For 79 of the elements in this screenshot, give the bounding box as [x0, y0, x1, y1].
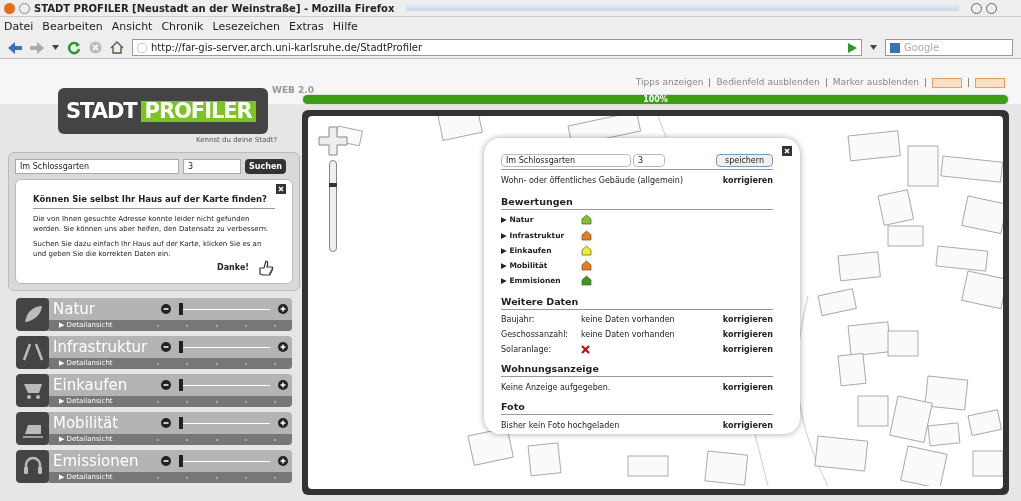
top-link[interactable]: Marker ausblenden [832, 76, 919, 90]
slider-thumb[interactable] [179, 455, 183, 467]
browser-logo-icon [4, 2, 15, 14]
plus-button[interactable] [278, 380, 288, 390]
slider-thumb[interactable] [179, 341, 183, 353]
ad-text: Keine Anzeige aufgegeben. [501, 382, 611, 394]
category-slider[interactable] [179, 303, 270, 315]
data-value: keine Daten vorhanden [581, 313, 676, 326]
category-title: Einkaufen [53, 376, 128, 394]
logo-version-label: WEB 2.0 [272, 84, 314, 97]
minus-button[interactable] [161, 342, 171, 352]
section-heading: Bewertungen [501, 195, 773, 211]
category-title: Infrastruktur [53, 338, 148, 356]
minus-button[interactable] [161, 456, 171, 466]
photo-text: Bisher kein Foto hochgeladen [501, 420, 620, 433]
menu-item[interactable]: Hilfe [332, 18, 358, 36]
house-number-field[interactable]: 3 [633, 154, 665, 167]
close-button[interactable] [782, 146, 792, 156]
zoom-thumb[interactable] [329, 182, 337, 187]
menu-item[interactable]: Extras [289, 18, 324, 36]
search-button[interactable]: Suchen [245, 159, 286, 174]
reload-icon[interactable] [67, 40, 81, 55]
correct-link[interactable]: korrigieren [722, 420, 773, 433]
menu-item[interactable]: Ansicht [111, 18, 153, 36]
house-number-field[interactable]: 3 [183, 159, 241, 174]
top-link[interactable]: Bedienfeld ausblenden [716, 76, 820, 90]
data-label: Solaranlage: [501, 343, 553, 356]
category-title: Mobilität [53, 414, 119, 432]
minus-button[interactable] [161, 418, 171, 428]
section-heading: Wohnungsanzeige [501, 361, 773, 377]
plus-button[interactable] [278, 456, 288, 466]
correct-link[interactable]: korrigieren [722, 382, 773, 394]
category-slider[interactable] [179, 379, 270, 391]
minus-button[interactable] [161, 304, 171, 314]
thumbs-up-icon [257, 258, 275, 277]
zoom-slider[interactable] [329, 160, 337, 252]
category-title: Emissionen [53, 452, 139, 470]
plus-button[interactable] [278, 418, 288, 428]
category-slider[interactable] [179, 417, 270, 429]
thanks-text: Danke! [217, 261, 249, 274]
window-title: STADT PROFILER [Neustadt an der Weinstraße] - Mozilla Firefox [34, 1, 395, 16]
save-button[interactable]: speichern [716, 154, 773, 167]
notice-title: Können Sie selbst Ihr Haus auf der Karte finden? [33, 193, 275, 209]
street-field[interactable]: Im Schlossgarten [15, 159, 179, 174]
data-value: keine Daten vorhanden [581, 328, 676, 341]
slider-thumb[interactable] [179, 379, 183, 391]
correct-link[interactable]: korrigieren [722, 343, 773, 356]
correct-link[interactable]: korrigieren [722, 175, 773, 187]
home-icon[interactable] [110, 41, 124, 54]
data-label: Geschossanzahl: [501, 328, 570, 341]
go-arrow-icon[interactable] [847, 42, 857, 53]
menu-item[interactable]: Datei [4, 18, 34, 36]
category-title: Natur [53, 300, 95, 318]
plus-button[interactable] [278, 304, 288, 314]
section-heading: Foto [501, 400, 773, 416]
slider-thumb[interactable] [179, 303, 183, 315]
slider-thumb[interactable] [179, 417, 183, 429]
street-field[interactable]: Im Schlossgarten [501, 154, 631, 167]
address-field[interactable]: http://far-gis-server.arch.uni-karlsruhe.de/StadtProfiler [132, 39, 862, 56]
close-button[interactable] [276, 184, 286, 194]
minus-button[interactable] [161, 380, 171, 390]
category-slider[interactable] [179, 341, 270, 353]
menu-item[interactable]: Chronik [161, 18, 204, 36]
cross-icon [581, 345, 590, 355]
correct-link[interactable]: korrigieren [722, 313, 773, 326]
data-label: Baujahr: [501, 313, 536, 326]
building-type: Wohn- oder öffentliches Gebäude (allgemein) [501, 175, 684, 187]
logo-drawing: STADT PROFILER [58, 88, 268, 134]
menu-item[interactable]: Lesezeichen [212, 18, 281, 36]
back-arrow-icon[interactable] [8, 41, 22, 54]
correct-link[interactable]: korrigieren [722, 328, 773, 341]
caret-icon[interactable] [870, 45, 877, 50]
progress-bar: 100% [303, 95, 1008, 104]
category-slider[interactable] [179, 455, 270, 467]
menu-item[interactable]: Bearbeiten [42, 18, 103, 36]
section-heading: Weitere Daten [501, 294, 773, 310]
top-link[interactable]: Tipps anzeigen [635, 76, 704, 90]
plus-button[interactable] [278, 342, 288, 352]
caret-icon[interactable] [52, 45, 59, 50]
